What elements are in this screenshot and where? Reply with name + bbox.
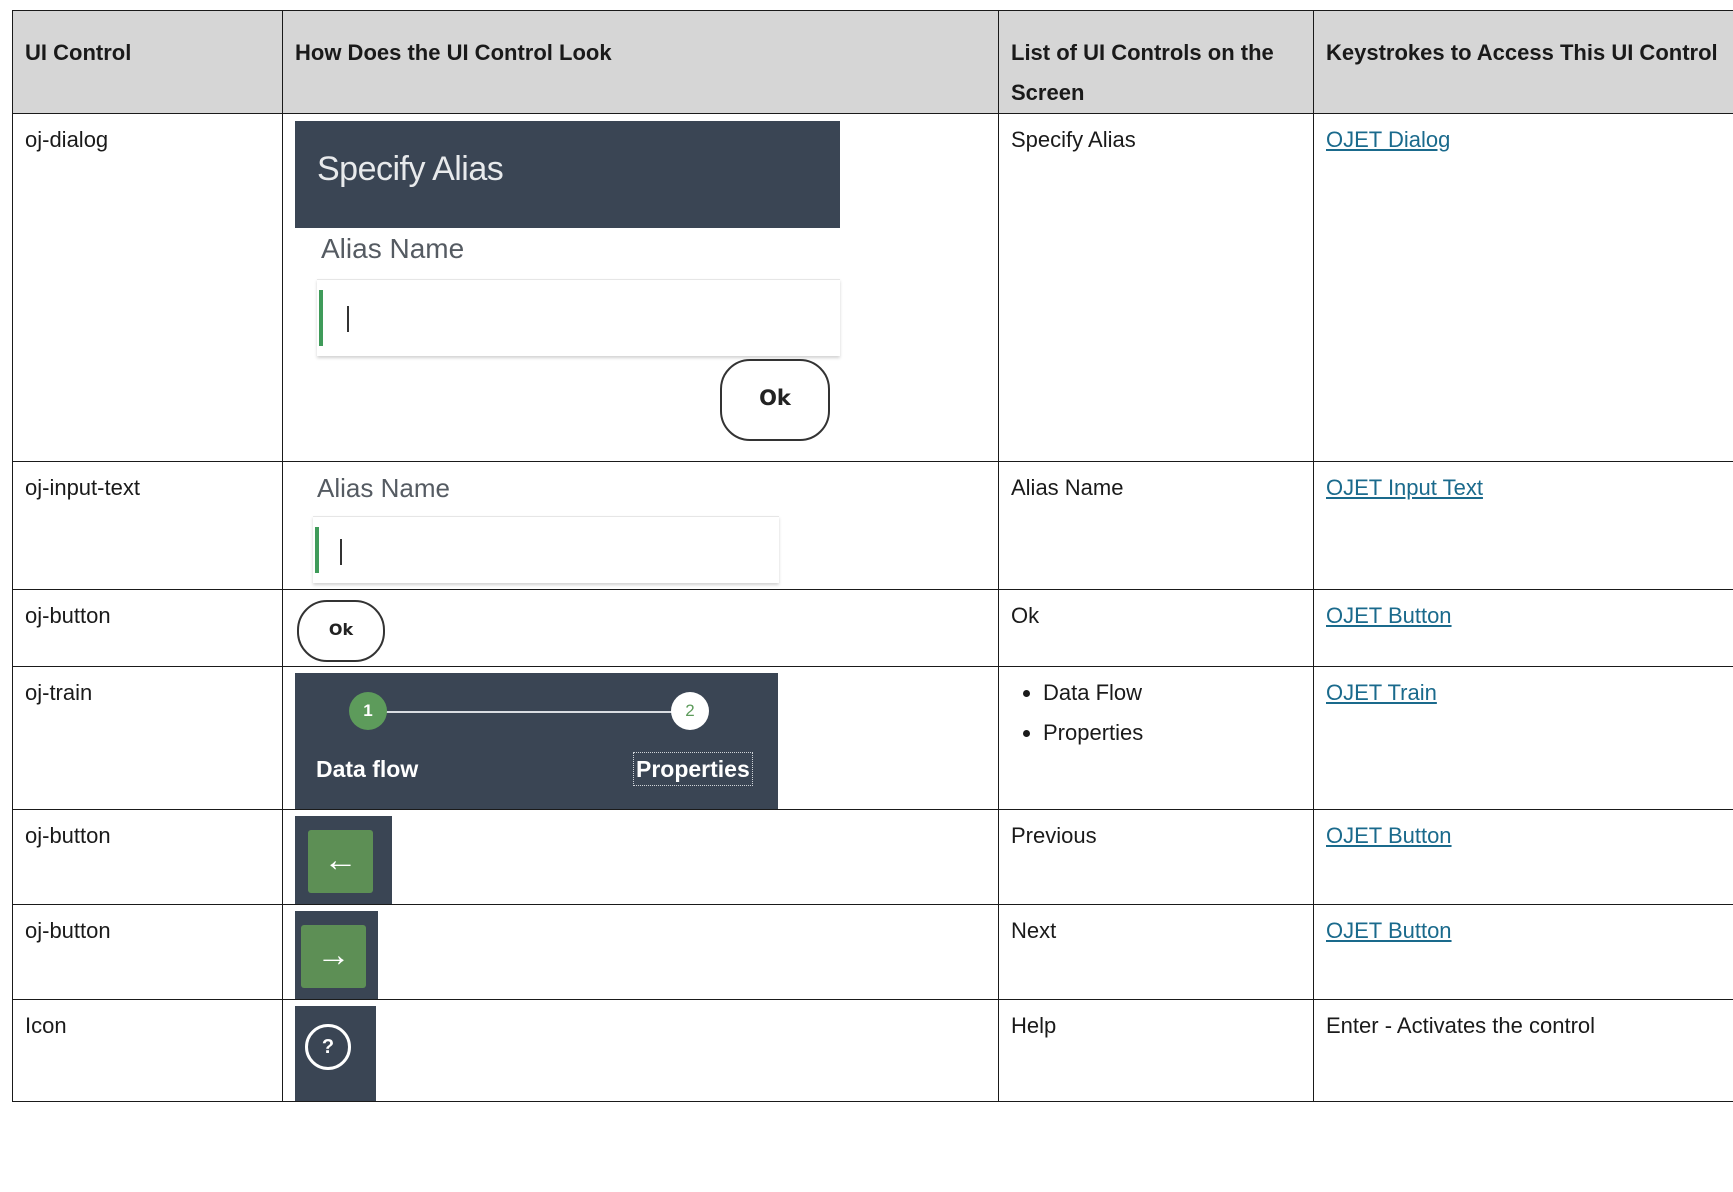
items-cell: Next [998,904,1314,1000]
items-cell: Help [998,999,1314,1102]
look-cell: → [282,904,999,1000]
ojet-train-link[interactable]: OJET Train [1326,680,1437,705]
table-row: oj-button ← Previous OJET Button [12,809,1733,905]
look-cell: Specify Alias Alias Name Ok [282,113,999,462]
header-keystrokes: Keystrokes to Access This UI Control [1313,10,1733,114]
alias-name-label: Alias Name [321,233,465,264]
table-row: oj-button → Next OJET Button [12,904,1733,1000]
table-row: oj-train 1 2 Data flow Properties Data F… [12,666,1733,810]
look-cell: 1 2 Data flow Properties [282,666,999,810]
keys-cell: OJET Dialog [1313,113,1733,462]
help-icon: ? [305,1024,351,1070]
next-button-image: → [295,911,378,999]
items-cell: Ok [998,589,1314,667]
control-cell: oj-dialog [12,113,283,462]
look-cell: ← [282,809,999,905]
ok-button-image: Ok [297,600,385,662]
alias-name-field [313,516,779,583]
list-item: Properties [1043,717,1313,749]
control-cell: oj-input-text [12,461,283,590]
field-focus-bar [315,527,319,573]
table-row: oj-input-text Alias Name Alias Name OJET… [12,461,1733,590]
alias-name-field [317,279,840,356]
control-cell: oj-train [12,666,283,810]
train-image: 1 2 Data flow Properties [295,673,778,809]
control-cell: oj-button [12,809,283,905]
train-connector [371,711,681,713]
train-step-1-label: Data flow [316,756,419,782]
control-cell: oj-button [12,904,283,1000]
ojet-dialog-link[interactable]: OJET Dialog [1326,127,1450,152]
dialog-image: Specify Alias Alias Name Ok [295,121,840,461]
items-list: Data Flow Properties [1011,677,1313,749]
text-caret [347,306,349,332]
train-step-1: 1 [349,692,387,730]
ojet-button-link[interactable]: OJET Button [1326,823,1452,848]
items-cell: Specify Alias [998,113,1314,462]
ok-button-image: Ok [720,359,830,441]
alias-name-label: Alias Name [317,473,450,503]
look-cell: Alias Name [282,461,999,590]
control-cell: oj-button [12,589,283,667]
button-image: Ok [295,600,395,664]
text-caret [340,539,342,565]
train-step-2: 2 [671,692,709,730]
keys-cell: OJET Button [1313,904,1733,1000]
table-row: Icon ? Help Enter - Activates the contro… [12,999,1733,1102]
header-row: UI Control How Does the UI Control Look … [12,10,1733,114]
table-row: oj-button Ok Ok OJET Button [12,589,1733,667]
input-text-image: Alias Name [295,472,779,584]
list-item: Data Flow [1043,677,1313,709]
look-cell: Ok [282,589,999,667]
keys-cell: Enter - Activates the control [1313,999,1733,1102]
ojet-input-text-link[interactable]: OJET Input Text [1326,475,1483,500]
arrow-left-icon: ← [308,830,373,893]
table-row: oj-dialog Specify Alias Alias Name Ok Sp… [12,113,1733,462]
look-cell: ? [282,999,999,1102]
keys-cell: OJET Button [1313,589,1733,667]
keys-cell: OJET Input Text [1313,461,1733,590]
items-cell: Alias Name [998,461,1314,590]
ui-controls-table: UI Control How Does the UI Control Look … [12,10,1733,1102]
keys-cell: OJET Button [1313,809,1733,905]
items-cell: Previous [998,809,1314,905]
arrow-right-icon: → [301,925,366,988]
field-focus-bar [319,290,323,346]
keys-cell: OJET Train [1313,666,1733,810]
ojet-button-link[interactable]: OJET Button [1326,603,1452,628]
train-step-2-label: Properties [633,752,753,786]
ojet-button-link[interactable]: OJET Button [1326,918,1452,943]
control-cell: Icon [12,999,283,1102]
items-cell: Data Flow Properties [998,666,1314,810]
dialog-title: Specify Alias [295,121,840,228]
header-look: How Does the UI Control Look [282,10,999,114]
previous-button-image: ← [295,816,392,904]
header-ui-control: UI Control [12,10,283,114]
help-icon-image: ? [295,1006,376,1101]
header-list: List of UI Controls on the Screen [998,10,1314,114]
